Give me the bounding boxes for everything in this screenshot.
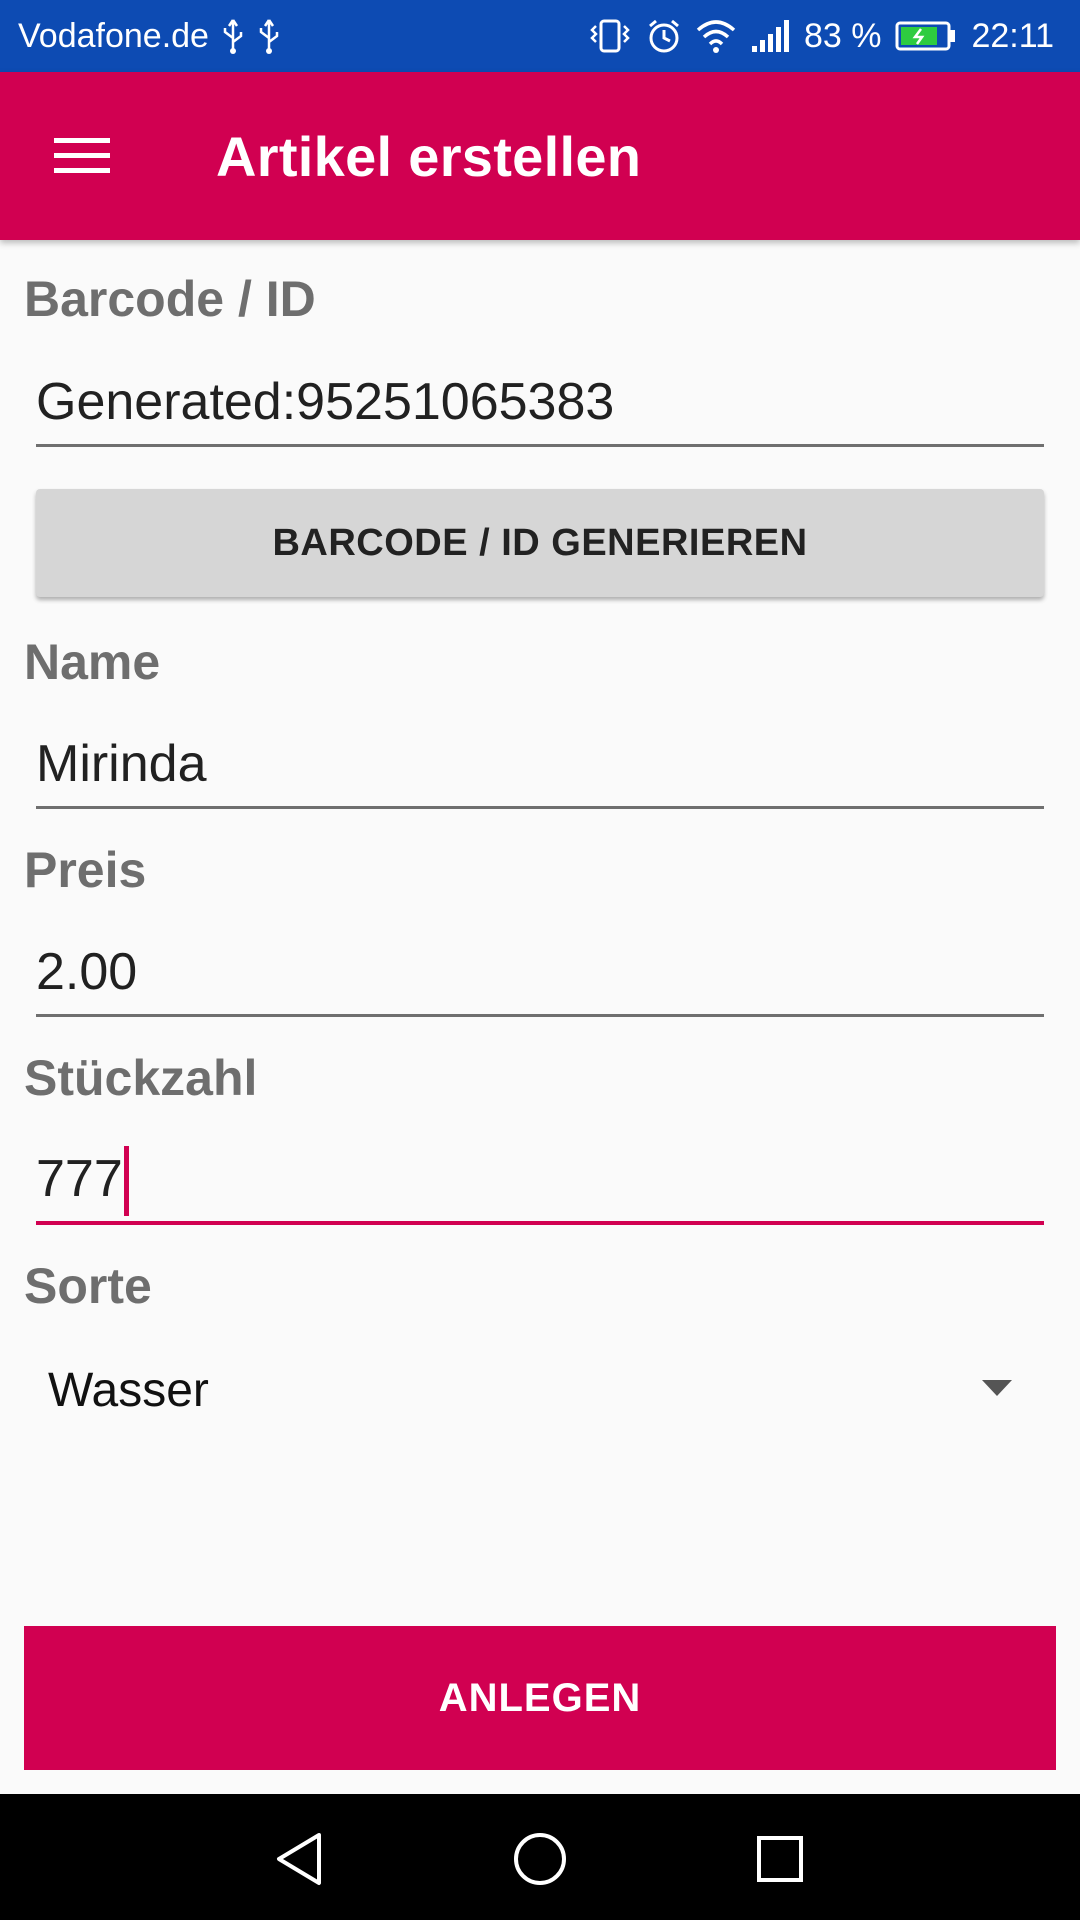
text-caret (124, 1146, 129, 1216)
alarm-icon (646, 18, 682, 54)
status-bar: Vodafone.de 83 % 22:11 (0, 0, 1080, 72)
status-bar-right: 83 % 22:11 (588, 17, 1054, 56)
generate-barcode-button[interactable]: BARCODE / ID GENERIEREN (36, 489, 1044, 597)
status-bar-left: Vodafone.de (18, 17, 281, 56)
usb-icon (221, 18, 245, 54)
price-input[interactable] (36, 937, 1044, 1017)
clock: 22:11 (971, 16, 1054, 55)
barcode-input[interactable] (36, 367, 1044, 447)
wifi-icon (696, 18, 736, 54)
type-selected-value: Wasser (48, 1363, 209, 1417)
name-input[interactable] (36, 729, 1044, 809)
quantity-label: Stückzahl (24, 1050, 258, 1106)
battery-icon (895, 20, 957, 52)
recents-icon[interactable] (745, 1824, 815, 1894)
navigation-bar (0, 1794, 1080, 1920)
name-label: Name (24, 634, 161, 690)
usb-icon (257, 18, 281, 54)
back-icon[interactable] (264, 1824, 334, 1894)
hamburger-menu-icon[interactable] (40, 114, 124, 198)
signal-icon (750, 18, 790, 54)
type-label: Sorte (24, 1258, 152, 1314)
app-bar: Artikel erstellen (0, 72, 1080, 240)
submit-button[interactable]: ANLEGEN (24, 1626, 1056, 1770)
carrier-name: Vodafone.de (18, 16, 209, 55)
page-title: Artikel erstellen (216, 124, 642, 188)
price-label: Preis (24, 842, 147, 898)
home-icon[interactable] (505, 1824, 575, 1894)
quantity-input[interactable] (36, 1145, 1044, 1225)
vibrate-icon (588, 18, 632, 54)
battery-percent: 83 % (803, 16, 882, 55)
type-spinner[interactable]: Wasser (36, 1340, 1026, 1440)
dropdown-arrow-icon (980, 1378, 1014, 1403)
barcode-label: Barcode / ID (24, 271, 316, 327)
